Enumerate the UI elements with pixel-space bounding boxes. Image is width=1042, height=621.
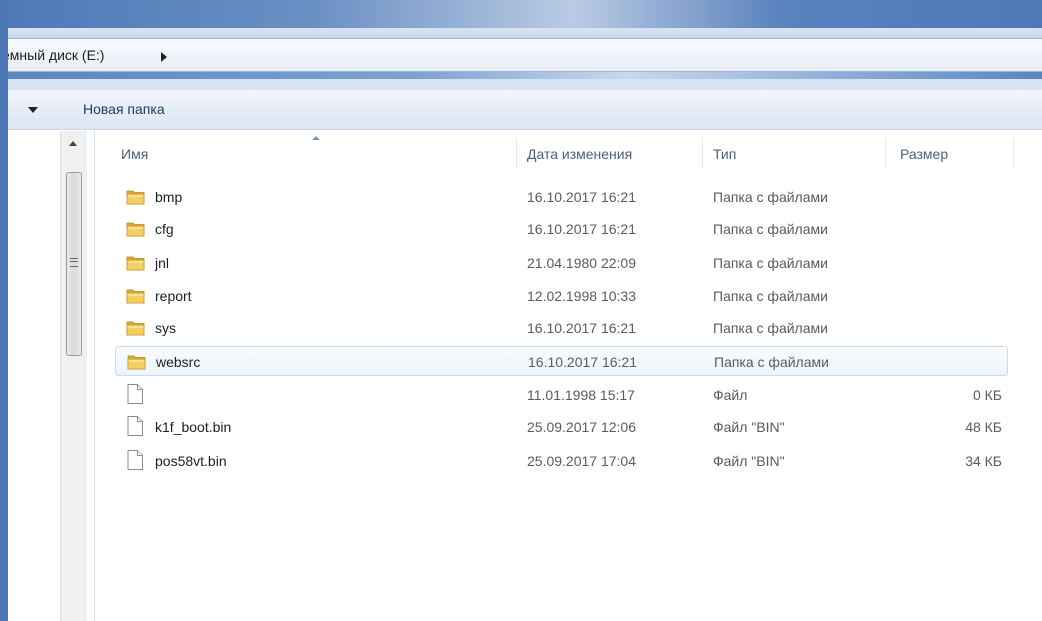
file-row[interactable]: 11.01.1998 15:17 Файл 0 КБ (115, 380, 1008, 410)
folder-icon (126, 190, 145, 205)
file-date: 16.10.2017 16:21 (528, 354, 637, 370)
file-type: Папка с файлами (713, 320, 828, 336)
file-row[interactable]: sys 16.10.2017 16:21 Папка с файлами (115, 313, 1008, 343)
file-icon (127, 450, 143, 470)
file-type: Файл "BIN" (713, 453, 785, 469)
file-icon (127, 416, 143, 436)
file-name: k1f_boot.bin (155, 419, 232, 435)
file-type: Файл "BIN" (713, 419, 785, 435)
folder-icon (126, 222, 145, 237)
file-type: Папка с файлами (713, 288, 828, 304)
file-date: 11.01.1998 15:17 (527, 387, 635, 403)
file-row[interactable]: report 12.02.1998 10:33 Папка с файлами (115, 281, 1008, 311)
folder-icon (126, 321, 145, 336)
file-date: 21.04.1980 22:09 (527, 255, 636, 271)
file-name: sys (155, 320, 176, 336)
scroll-grip-icon (70, 258, 78, 267)
nav-pane-scrollbar[interactable] (60, 131, 87, 621)
file-row[interactable]: bmp 16.10.2017 16:21 Папка с файлами (115, 182, 1008, 212)
column-divider[interactable] (702, 138, 703, 168)
file-size: 48 КБ (965, 419, 1002, 435)
file-size: 0 КБ (972, 387, 1002, 403)
file-type: Папка с файлами (713, 221, 828, 237)
file-row[interactable]: jnl 21.04.1980 22:09 Папка с файлами (115, 248, 1008, 278)
column-divider[interactable] (1013, 138, 1014, 168)
file-date: 25.09.2017 12:06 (527, 419, 636, 435)
file-name: pos58vt.bin (155, 453, 227, 469)
breadcrumb-chevron-icon[interactable] (161, 52, 167, 62)
file-date: 12.02.1998 10:33 (527, 288, 636, 304)
file-name: report (155, 288, 192, 304)
column-divider[interactable] (516, 138, 517, 168)
breadcrumb-drive[interactable]: емный диск (E:) (2, 47, 104, 63)
file-name: bmp (155, 189, 183, 205)
column-divider[interactable] (885, 138, 886, 168)
scroll-up-arrow-icon[interactable] (69, 141, 77, 146)
file-size: 34 КБ (965, 453, 1002, 469)
file-row[interactable]: cfg 16.10.2017 16:21 Папка с файлами (115, 214, 1008, 244)
folder-icon (126, 289, 145, 304)
new-folder-button[interactable]: Новая папка (83, 101, 165, 117)
folder-icon (127, 355, 146, 370)
window-left-border (0, 0, 8, 621)
file-date: 16.10.2017 16:21 (527, 221, 636, 237)
file-name: websrc (156, 354, 201, 370)
column-header-type[interactable]: Тип (713, 131, 885, 176)
command-toolbar: Новая папка (8, 90, 1042, 130)
file-type: Папка с файлами (714, 354, 829, 370)
file-row[interactable]: k1f_boot.bin 25.09.2017 12:06 Файл "BIN"… (115, 412, 1008, 442)
file-type: Папка с файлами (713, 189, 828, 205)
file-type: Папка с файлами (713, 255, 828, 271)
column-header-size[interactable]: Размер (900, 131, 1012, 176)
window-frame-band (0, 72, 1042, 90)
file-type: Файл (713, 387, 748, 403)
file-date: 16.10.2017 16:21 (527, 189, 636, 205)
folder-icon (126, 256, 145, 271)
organize-dropdown-arrow-icon[interactable] (28, 107, 38, 113)
column-header-date[interactable]: Дата изменения (527, 131, 702, 176)
file-icon (127, 384, 143, 404)
file-date: 16.10.2017 16:21 (527, 320, 636, 336)
scrollbar-thumb[interactable] (66, 172, 82, 356)
window-title-bar (0, 0, 1042, 38)
file-name: cfg (155, 221, 174, 237)
file-date: 25.09.2017 17:04 (527, 453, 636, 469)
file-row[interactable]: pos58vt.bin 25.09.2017 17:04 Файл "BIN" … (115, 446, 1008, 476)
address-bar[interactable]: емный диск (E:) (0, 38, 1042, 72)
column-header-name[interactable]: Имя (121, 131, 516, 176)
file-name: jnl (155, 255, 170, 271)
file-row-selected[interactable]: websrc 16.10.2017 16:21 Папка с файлами (115, 346, 1008, 376)
